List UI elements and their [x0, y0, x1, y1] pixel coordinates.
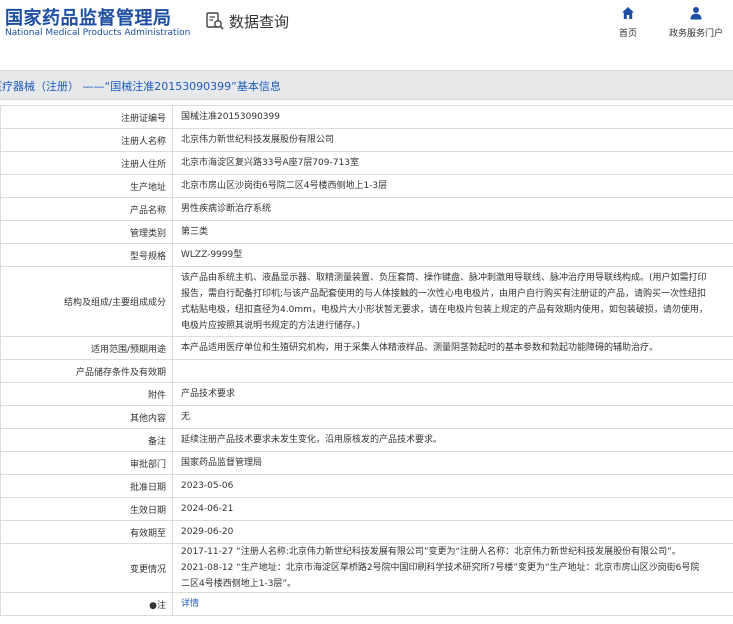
table-row: 注册人住所 北京市海淀区复兴路33号A座7层709-713室 — [0, 151, 733, 175]
field-value: WLZZ-9999型 — [172, 243, 733, 267]
nav-home-label: 首页 — [618, 29, 637, 39]
table-row: 适用范围/预期用途 本产品适用医疗单位和生殖研究机构，用于采集人体精液样品、测量阴… — [0, 336, 733, 360]
field-value-line: 式粘贴电极，纽扣直径为4.0mm，电极片大小形状暂无要求，请在电极片包装上规定的… — [181, 304, 708, 315]
field-value: 产品技术要求 — [172, 382, 733, 406]
field-value: 国械注准20153090399 — [172, 105, 733, 129]
field-label: 注册人住所 — [0, 151, 173, 175]
field-label: 变更情况 — [0, 543, 173, 593]
table-row: ●注 详情 — [0, 592, 733, 616]
field-value: 2017-11-27 “注册人名称:北京伟力新世纪科技发展有限公司”变更为“注册… — [172, 543, 733, 593]
field-value: 延续注册产品技术要求未发生变化，沿用原核发的产品技术要求。 — [172, 428, 733, 452]
table-row: 有效期至 2029-06-20 — [0, 520, 733, 544]
home-icon — [622, 7, 634, 19]
field-value: 2029-06-20 — [172, 520, 733, 544]
details-link[interactable]: 详情 — [181, 599, 199, 609]
field-label: 产品储存条件及有效期 — [0, 359, 173, 383]
field-value: 国家药品监督管理局 — [172, 451, 733, 475]
search-title: 数据查询 — [229, 12, 290, 31]
field-value: 北京市房山区沙岗街6号院二区4号楼西侧地上1-3层 — [172, 174, 733, 198]
table-row: 型号规格 WLZZ-9999型 — [0, 243, 733, 267]
nav-home[interactable]: 首页 — [614, 6, 642, 39]
field-label: 备注 — [0, 428, 173, 452]
table-row: 生效日期 2024-06-21 — [0, 497, 733, 521]
table-row: 产品名称 男性疾病诊断治疗系统 — [0, 197, 733, 221]
site-logo-title[interactable]: 国家药品监督管理局 — [5, 4, 172, 30]
field-value: 详情 — [172, 592, 733, 616]
field-label: 适用范围/预期用途 — [0, 336, 173, 360]
page-title-bar: 医疗器械（注册） ——“国械注准20153090399”基本信息 — [0, 70, 733, 100]
field-value-line: 2021-08-12 “生产地址：北京市海淀区草桥路2号院中国印刷科学技术研究所… — [181, 563, 700, 573]
field-value: 北京市海淀区复兴路33号A座7层709-713室 — [172, 151, 733, 175]
field-label: 结构及组成/主要组成成分 — [0, 266, 173, 337]
data-query-heading: 数据查询 — [205, 10, 289, 32]
field-label: ●注 — [0, 592, 173, 616]
field-value-line: 电极片应按照其说明书规定的方法进行储存。) — [181, 320, 361, 331]
field-label: 产品名称 — [0, 197, 173, 221]
table-row: 产品储存条件及有效期 — [0, 359, 733, 383]
table-row: 变更情况 2017-11-27 “注册人名称:北京伟力新世纪科技发展有限公司”变更… — [0, 543, 733, 593]
field-value — [172, 359, 733, 383]
field-label: 审批部门 — [0, 451, 173, 475]
table-row: 其他内容无 — [0, 405, 733, 429]
search-document-icon — [206, 12, 224, 30]
table-row: 审批部门 国家药品监督管理局 — [0, 451, 733, 475]
table-row: 结构及组成/主要组成成分 该产品由系统主机、液晶显示器、取精测量装置、负压套筒、操… — [0, 266, 733, 337]
field-value: 无 — [172, 405, 733, 429]
field-value-line: 该产品由系统主机、液晶显示器、取精测量装置、负压套筒、操作键盘、脉冲刺激用导联线… — [181, 272, 707, 283]
site-header: 国家药品监督管理局 National Medical Products Admi… — [0, 0, 733, 48]
field-value-line: 报告，需自行配备打印机;与该产品配套使用的与人体接触的一次性心电电极片，由用户自… — [181, 288, 707, 299]
field-label: 批准日期 — [0, 474, 173, 498]
field-value: 2024-06-21 — [172, 497, 733, 521]
nav-service-portal-label: 政务服务门户 — [668, 29, 723, 39]
field-value-line: 二区4号楼西侧地上1-3层”。 — [181, 579, 297, 589]
field-label: 型号规格 — [0, 243, 173, 267]
field-value-line: 2017-11-27 “注册人名称:北京伟力新世纪科技发展有限公司”变更为“注册… — [181, 547, 681, 557]
page-title: 医疗器械（注册） ——“国械注准20153090399”基本信息 — [0, 80, 281, 93]
field-value: 该产品由系统主机、液晶显示器、取精测量装置、负压套筒、操作键盘、脉冲刺激用导联线… — [172, 266, 733, 337]
field-label: 其他内容 — [0, 405, 173, 429]
table-row: 注册人名称 北京伟力新世纪科技发展股份有限公司 — [0, 128, 733, 152]
user-icon — [690, 7, 702, 20]
field-value: 2023-05-06 — [172, 474, 733, 498]
field-value: 北京伟力新世纪科技发展股份有限公司 — [172, 128, 733, 152]
table-row: 管理类别 第三类 — [0, 220, 733, 244]
field-value: 男性疾病诊断治疗系统 — [172, 197, 733, 221]
site-logo-subtitle: National Medical Products Administration — [5, 28, 191, 38]
table-row: 注册证编号 国械注准20153090399 — [0, 105, 733, 129]
field-label: 有效期至 — [0, 520, 173, 544]
field-label: 生效日期 — [0, 497, 173, 521]
nav-service-portal[interactable]: 政务服务门户 — [664, 6, 728, 39]
table-row: 备注 延续注册产品技术要求未发生变化，沿用原核发的产品技术要求。 — [0, 428, 733, 452]
field-label: 注册人名称 — [0, 128, 173, 152]
table-row: 生产地址 北京市房山区沙岗街6号院二区4号楼西侧地上1-3层 — [0, 174, 733, 198]
field-label: 注册证编号 — [0, 105, 173, 129]
field-value: 第三类 — [172, 220, 733, 244]
table-row: 批准日期 2023-05-06 — [0, 474, 733, 498]
field-label: 附件 — [0, 382, 173, 406]
registration-info-table: 注册证编号 国械注准20153090399 注册人名称 北京伟力新世纪科技发展股份有限… — [0, 105, 733, 616]
field-label: 管理类别 — [0, 220, 173, 244]
table-row: 附件 产品技术要求 — [0, 382, 733, 406]
field-label: 生产地址 — [0, 174, 173, 198]
field-value: 本产品适用医疗单位和生殖研究机构，用于采集人体精液样品、测量阴茎勃起时的基本参数… — [172, 336, 733, 360]
